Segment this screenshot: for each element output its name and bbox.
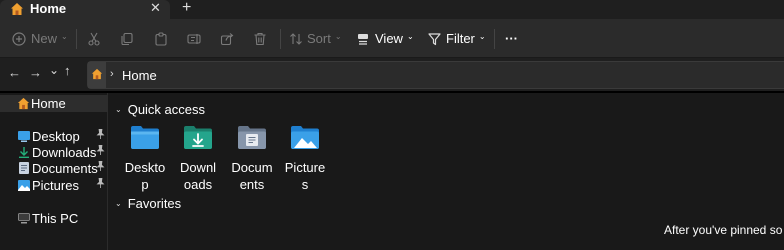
sidebar-item-label: Home [31, 96, 66, 111]
favorites-header[interactable]: ⌄ Favorites [115, 196, 181, 211]
paste-icon [155, 31, 167, 46]
pin-icon [96, 177, 105, 190]
tile-label-line: p [141, 177, 149, 192]
address-home-button[interactable] [88, 62, 106, 88]
breadcrumb-chevron-icon[interactable]: › [110, 68, 114, 80]
delete-icon [254, 32, 266, 45]
sort-label: Sort [307, 31, 331, 46]
filter-button[interactable]: Filter ⌄ [428, 19, 486, 58]
desktop-icon [17, 129, 31, 143]
command-bar: New ⌄ Sort ⌄ View ⌄ Filter ⌄ ··· [0, 19, 784, 58]
sidebar-item-label: This PC [32, 210, 79, 226]
section-title: Quick access [127, 102, 206, 117]
home-icon [16, 97, 30, 111]
tile-label-line: Downl [179, 160, 217, 175]
tab-home[interactable]: Home ✕ [0, 0, 170, 19]
downloads-folder-icon [184, 126, 212, 149]
sidebar-item-label: Documents [32, 160, 98, 176]
section-title: Favorites [127, 196, 182, 211]
tile-label-line: Docum [231, 160, 273, 175]
paste-button[interactable] [154, 19, 168, 58]
recent-locations-icon[interactable]: ⌄ [49, 62, 59, 78]
documents-folder-icon [238, 126, 266, 149]
new-label: New [31, 31, 58, 46]
tab-title: Home [30, 1, 67, 16]
plus-circle-icon [12, 31, 26, 46]
sidebar-item-label: Pictures [32, 177, 79, 193]
navigation-pane: Home Desktop Downloads Documents Picture [0, 93, 108, 250]
pin-icon [96, 128, 105, 141]
pictures-icon [17, 178, 31, 192]
tile-label: Picture s [284, 159, 326, 193]
up-icon[interactable]: ↑ [64, 63, 71, 79]
pictures-folder-icon [291, 126, 319, 149]
tile-label: Deskto p [124, 159, 166, 193]
new-tab-button[interactable]: + [182, 0, 191, 16]
copy-button[interactable] [120, 19, 134, 58]
sidebar-item-label: Downloads [32, 144, 97, 160]
sidebar-item-documents[interactable]: Documents [0, 160, 108, 176]
address-bar[interactable]: › Home [87, 61, 784, 89]
delete-button[interactable] [253, 19, 267, 58]
toolbar-divider [76, 29, 77, 49]
filter-icon [428, 32, 441, 45]
sidebar-item-this-pc[interactable]: This PC [0, 210, 108, 226]
rename-icon [187, 33, 201, 44]
quick-access-item-documents[interactable]: Docum ents [228, 124, 276, 193]
breadcrumb-home[interactable]: Home [122, 68, 157, 83]
filter-label: Filter [446, 31, 475, 46]
tile-label-line: Picture [284, 160, 326, 175]
favorites-empty-message: After you've pinned so [664, 223, 783, 237]
close-tab-icon[interactable]: ✕ [150, 1, 161, 15]
sidebar-item-pictures[interactable]: Pictures [0, 177, 108, 193]
chevron-down-icon: ⌄ [115, 199, 122, 208]
address-row: ← → ⌄ ↑ › Home [0, 58, 784, 91]
cut-button[interactable] [87, 19, 101, 58]
new-button[interactable]: New ⌄ [12, 19, 68, 58]
view-label: View [375, 31, 403, 46]
sort-icon [290, 32, 302, 45]
toolbar-divider [494, 29, 495, 49]
sort-button[interactable]: Sort ⌄ [289, 19, 342, 58]
copy-icon [121, 32, 133, 45]
pin-icon [96, 160, 105, 173]
quick-access-item-downloads[interactable]: Downl oads [174, 124, 222, 193]
back-icon[interactable]: ← [8, 65, 21, 81]
quick-access-header[interactable]: ⌄ Quick access [115, 102, 205, 117]
documents-icon [17, 161, 31, 175]
sidebar-item-home[interactable]: Home [0, 95, 108, 112]
sidebar-item-label: Desktop [32, 128, 80, 144]
toolbar-divider [280, 29, 281, 49]
sidebar-item-downloads[interactable]: Downloads [0, 144, 108, 160]
tile-label: Docum ents [231, 159, 273, 193]
tile-label-line: Deskto [124, 160, 166, 175]
content-pane: ⌄ Quick access Deskto p Downl oads Docum… [109, 93, 784, 250]
tab-bar: Home ✕ + [0, 0, 784, 19]
forward-icon[interactable]: → [29, 65, 42, 81]
quick-access-item-pictures[interactable]: Picture s [281, 124, 329, 193]
tile-label: Downl oads [177, 159, 219, 193]
home-icon [91, 68, 103, 80]
cut-icon [88, 32, 100, 46]
pin-icon [96, 144, 105, 157]
quick-access-item-desktop[interactable]: Deskto p [121, 124, 169, 193]
view-icon [358, 33, 368, 45]
view-button[interactable]: View ⌄ [357, 19, 414, 58]
share-icon [220, 32, 234, 45]
desktop-folder-icon [131, 126, 159, 149]
more-options-button[interactable]: ··· [505, 19, 518, 58]
downloads-icon [17, 145, 31, 159]
rename-button[interactable] [187, 19, 201, 58]
computer-icon [17, 211, 31, 225]
chevron-down-icon: ⌄ [115, 105, 122, 114]
tile-label-line: ents [239, 177, 265, 192]
share-button[interactable] [220, 19, 234, 58]
more-icon: ··· [505, 31, 518, 46]
tile-label-line: oads [183, 177, 213, 192]
tile-label-line: s [301, 177, 309, 192]
sidebar-item-desktop[interactable]: Desktop [0, 128, 108, 144]
home-icon [11, 3, 23, 15]
